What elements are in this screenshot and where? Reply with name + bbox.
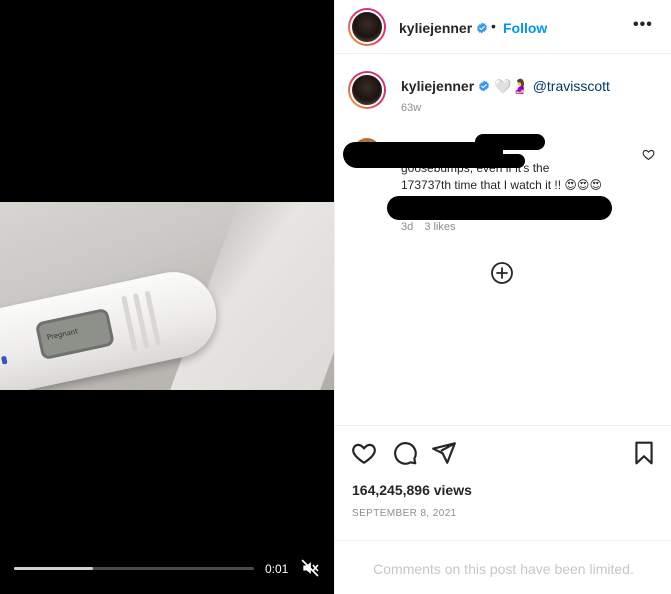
redaction-mark — [387, 196, 612, 220]
caption-age[interactable]: 63w — [401, 102, 421, 114]
add-circle-icon[interactable] — [490, 261, 514, 285]
save-icon[interactable] — [631, 440, 657, 466]
heart-icon[interactable] — [642, 148, 655, 161]
more-icon[interactable]: ••• — [633, 16, 653, 34]
post-actions — [335, 425, 671, 481]
test-display-text: Pregnant — [46, 327, 79, 342]
redaction-mark — [475, 134, 545, 150]
video-frame[interactable]: Pregnant — [0, 202, 334, 390]
redaction-mark — [465, 154, 525, 168]
avatar[interactable] — [348, 71, 386, 109]
verified-badge-icon — [479, 80, 489, 92]
comment-text-line: 173737th time that I watch it !! 😍😍😍 — [401, 178, 602, 192]
share-icon[interactable] — [431, 440, 457, 466]
caption-mention-link[interactable]: @travisscott — [533, 78, 610, 94]
avatar[interactable] — [348, 8, 386, 46]
username-text[interactable]: kyliejenner — [399, 20, 472, 36]
caption-emoji: 🤍🤰 — [493, 78, 529, 94]
video-player[interactable]: Pregnant 0:01 — [0, 0, 334, 594]
username-link[interactable]: kyliejenner — [399, 20, 488, 36]
speaker-muted-icon[interactable] — [300, 558, 320, 578]
comment-meta: 3d 3 likes — [401, 221, 464, 233]
comments-limited-notice: Comments on this post have been limited. — [335, 540, 671, 594]
test-indicator — [1, 355, 8, 365]
video-progress-bar[interactable] — [14, 567, 254, 570]
post-header: kyliejenner • Follow ••• — [335, 0, 671, 54]
comment-icon[interactable] — [392, 440, 418, 466]
caption-username[interactable]: kyliejenner — [401, 78, 474, 94]
video-progress-fill — [14, 567, 94, 570]
view-count[interactable]: 164,245,896 views — [352, 482, 472, 498]
comment-likes[interactable]: 3 likes — [424, 221, 455, 233]
header-separator: • — [491, 18, 496, 34]
verified-badge-icon — [477, 22, 487, 34]
heart-icon[interactable] — [351, 440, 377, 466]
post-details-panel: kyliejenner • Follow ••• kyliejenner 🤍🤰 … — [334, 0, 671, 594]
caption-line: kyliejenner 🤍🤰 @travisscott — [401, 78, 610, 95]
post-date: SEPTEMBER 8, 2021 — [352, 508, 457, 519]
video-timecode: 0:01 — [265, 562, 289, 576]
comment-age[interactable]: 3d — [401, 221, 413, 233]
test-display: Pregnant — [34, 307, 116, 361]
follow-button[interactable]: Follow — [503, 20, 547, 36]
